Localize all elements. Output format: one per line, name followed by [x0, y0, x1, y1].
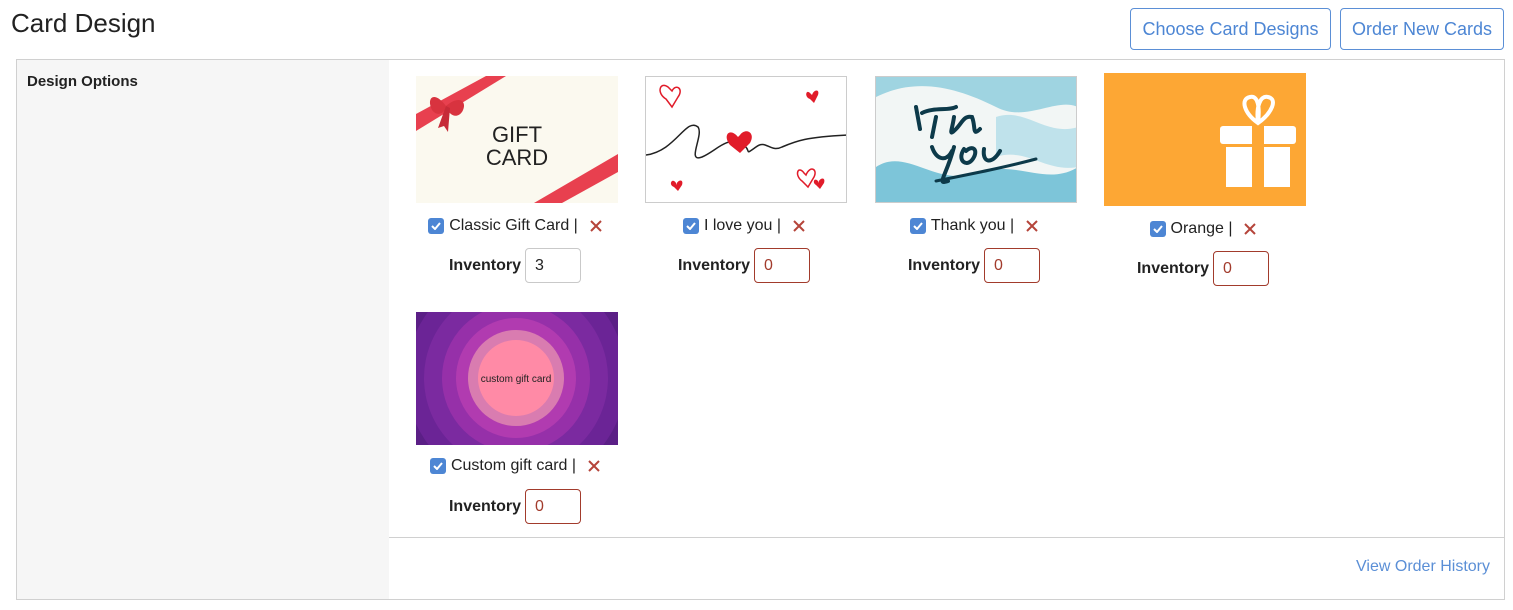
thumb-custom-text: custom gift card [481, 374, 552, 385]
card-name: Orange | [1170, 220, 1233, 237]
design-options-panel: Design Options GIFT CARD Classic Gift Ca… [16, 59, 1505, 600]
sidebar-title: Design Options [27, 73, 138, 90]
thumb-card-text: CARD [486, 145, 548, 170]
remove-card-icon[interactable] [588, 460, 600, 472]
inventory-input[interactable] [754, 248, 810, 283]
remove-card-icon[interactable] [590, 220, 602, 232]
card-name: Thank you | [930, 217, 1015, 234]
card-grid: GIFT CARD Classic Gift Card | Inventory [389, 60, 1504, 599]
inventory-label: Inventory [448, 256, 521, 274]
order-new-cards-button[interactable]: Order New Cards [1340, 8, 1504, 50]
card-name: I love you | [703, 217, 782, 234]
checkbox-icon[interactable] [909, 218, 926, 234]
remove-card-icon[interactable] [1244, 223, 1257, 235]
footer-divider [389, 537, 1504, 538]
card-thumbnail[interactable]: custom gift card [416, 312, 618, 445]
choose-card-designs-button[interactable]: Choose Card Designs [1130, 8, 1331, 50]
inventory-label: Inventory [1136, 259, 1209, 277]
card-thumbnail[interactable] [1104, 73, 1306, 206]
card-thumbnail[interactable]: GIFT CARD [416, 76, 618, 203]
checkbox-icon[interactable] [429, 458, 446, 474]
card-name: Classic Gift Card | [449, 217, 578, 234]
inventory-input[interactable] [525, 489, 581, 524]
checkbox-icon[interactable] [428, 218, 445, 234]
checkbox-icon[interactable] [682, 218, 699, 234]
card-thumbnail[interactable] [645, 76, 847, 203]
sidebar: Design Options [17, 60, 389, 599]
remove-card-icon[interactable] [1026, 220, 1038, 232]
thumb-gift-text: GIFT [492, 122, 542, 147]
card-thumbnail[interactable] [875, 76, 1077, 203]
inventory-label: Inventory [907, 256, 980, 274]
checkbox-icon[interactable] [1149, 221, 1166, 237]
remove-card-icon[interactable] [793, 220, 805, 232]
inventory-input[interactable] [525, 248, 581, 283]
card-name: Custom gift card | [450, 457, 577, 474]
inventory-label: Inventory [448, 497, 521, 515]
page-title: Card Design [11, 8, 156, 38]
view-order-history-link[interactable]: View Order History [1356, 558, 1490, 576]
inventory-label: Inventory [677, 256, 750, 274]
inventory-input[interactable] [984, 248, 1040, 283]
inventory-input[interactable] [1213, 251, 1269, 286]
